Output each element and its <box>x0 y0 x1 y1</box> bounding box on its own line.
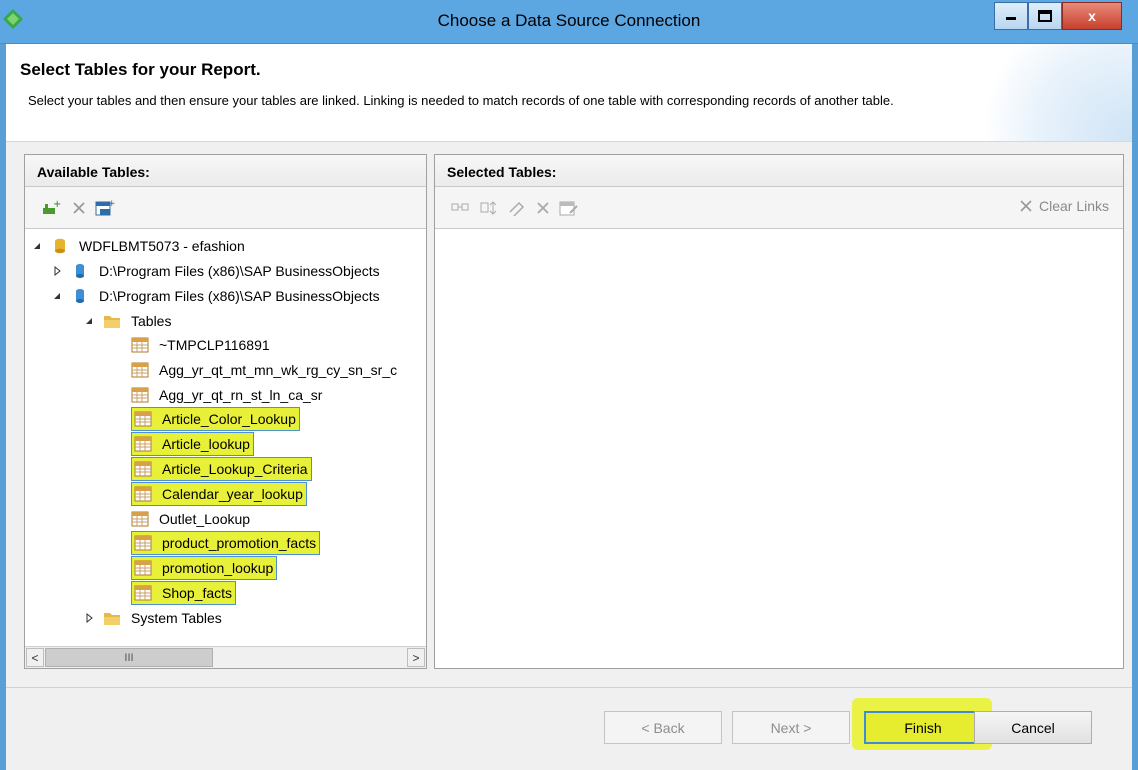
scroll-thumb-grip: III <box>124 651 134 664</box>
table-name: Shop_facts <box>162 585 233 601</box>
table-name: Calendar_year_lookup <box>162 486 303 502</box>
table-name: Outlet_Lookup <box>159 511 251 527</box>
order-links-icon[interactable] <box>479 199 499 217</box>
title-bar: Choose a Data Source Connection x <box>0 0 1138 44</box>
connection-path-label: D:\Program Files (x86)\SAP BusinessObjec… <box>99 263 380 279</box>
table-icon <box>134 535 152 551</box>
table-name: product_promotion_facts <box>162 535 317 551</box>
add-connection-icon[interactable]: + <box>41 199 61 217</box>
clear-links-label: Clear Links <box>1038 198 1109 214</box>
main-area: Available Tables: + + WDFLBMT5073 - efas… <box>6 142 1132 687</box>
tree-root-label: WDFLBMT5073 - efashion <box>79 238 245 254</box>
available-tables-header: Available Tables: <box>25 155 426 187</box>
horizontal-scrollbar[interactable]: < III > <box>25 646 426 668</box>
properties-icon[interactable] <box>507 199 527 217</box>
scroll-right-button[interactable]: > <box>407 648 425 667</box>
wizard-header: Select Tables for your Report. Select yo… <box>6 44 1132 142</box>
scroll-thumb[interactable]: III <box>45 648 213 667</box>
table-name: promotion_lookup <box>162 560 274 576</box>
svg-text:+: + <box>108 199 115 209</box>
table-name: Agg_yr_qt_rn_st_ln_ca_sr <box>159 387 323 403</box>
table-icon <box>134 486 152 502</box>
close-icon: x <box>1088 8 1096 24</box>
expand-arrow-icon[interactable] <box>51 265 63 277</box>
table-item-selected[interactable]: Calendar_year_lookup <box>131 482 307 506</box>
table-icon <box>134 461 152 477</box>
minimize-button[interactable] <box>994 2 1028 30</box>
connection-node-expanded[interactable]: D:\Program Files (x86)\SAP BusinessObjec… <box>51 284 383 308</box>
delete-icon[interactable] <box>533 199 553 217</box>
maximize-icon <box>1038 10 1052 22</box>
scroll-left-button[interactable]: < <box>26 648 44 667</box>
cancel-button[interactable]: Cancel <box>974 711 1092 744</box>
table-item-selected[interactable]: Article_Color_Lookup <box>131 407 300 431</box>
selected-tables-header: Selected Tables: <box>435 155 1123 187</box>
close-button[interactable]: x <box>1062 2 1122 30</box>
table-name: ~TMPCLP116891 <box>159 337 270 353</box>
database-connection-icon <box>76 264 84 278</box>
connection-node[interactable]: D:\Program Files (x86)\SAP BusinessObjec… <box>51 259 383 283</box>
collapse-arrow-icon[interactable] <box>51 290 63 302</box>
table-icon <box>131 337 149 353</box>
page-description: Select your tables and then ensure your … <box>28 93 894 108</box>
clear-icon <box>1020 200 1032 212</box>
table-icon <box>134 436 152 452</box>
back-button[interactable]: < Back <box>604 711 722 744</box>
folder-icon <box>104 613 120 625</box>
dialog-window: Choose a Data Source Connection x Select… <box>0 0 1138 770</box>
table-item-selected[interactable]: Shop_facts <box>131 581 237 605</box>
table-name: Agg_yr_qt_mt_mn_wk_rg_cy_sn_sr_c <box>159 362 398 378</box>
table-icon <box>131 387 149 403</box>
table-item-selected[interactable]: promotion_lookup <box>131 556 278 580</box>
clear-links-button[interactable]: Clear Links <box>1019 198 1109 214</box>
edit-command-icon[interactable] <box>559 199 579 217</box>
window-title: Choose a Data Source Connection <box>437 11 701 30</box>
minimize-icon <box>1006 17 1016 20</box>
chevron-right-icon: > <box>412 650 420 665</box>
selected-tables-panel: Selected Tables: Clear Links <box>434 154 1124 669</box>
table-icon <box>131 362 149 378</box>
page-title: Select Tables for your Report. <box>20 60 261 79</box>
table-name: Article_lookup <box>162 436 250 452</box>
table-item[interactable]: Outlet_Lookup <box>131 507 253 531</box>
tables-folder-node[interactable]: Tables <box>83 309 174 333</box>
table-name: Article_Lookup_Criteria <box>162 461 308 477</box>
table-icon <box>134 585 152 601</box>
system-tables-folder-node[interactable]: System Tables <box>83 606 225 630</box>
add-command-sql-icon[interactable]: + <box>95 199 115 217</box>
available-tables-panel: Available Tables: + + WDFLBMT5073 - efas… <box>24 154 427 669</box>
maximize-button[interactable] <box>1028 2 1062 30</box>
table-item-selected[interactable]: Article_lookup <box>131 432 254 456</box>
tables-tree[interactable]: WDFLBMT5073 - efashion D:\Program Files … <box>25 231 426 634</box>
chevron-left-icon: < <box>31 650 39 665</box>
database-icon <box>55 238 65 254</box>
wizard-footer: < Back Next > Finish Cancel <box>6 687 1132 770</box>
selected-tables-toolbar: Clear Links <box>435 187 1123 229</box>
table-icon <box>131 511 149 527</box>
table-icon <box>134 411 152 427</box>
system-tables-label: System Tables <box>131 610 222 626</box>
connection-path-label: D:\Program Files (x86)\SAP BusinessObjec… <box>99 288 380 304</box>
table-item-selected[interactable]: Article_Lookup_Criteria <box>131 457 312 481</box>
database-connection-icon <box>76 289 84 303</box>
finish-button[interactable]: Finish <box>864 711 982 744</box>
tree-root-node[interactable]: WDFLBMT5073 - efashion <box>31 234 248 258</box>
delete-icon[interactable] <box>69 199 89 217</box>
tables-folder-label: Tables <box>131 313 172 329</box>
folder-icon <box>104 316 120 328</box>
available-tables-toolbar: + + <box>25 187 426 229</box>
collapse-arrow-icon[interactable] <box>31 240 43 252</box>
table-name: Article_Color_Lookup <box>162 411 296 427</box>
link-tables-icon[interactable] <box>451 199 471 217</box>
table-item-selected[interactable]: product_promotion_facts <box>131 531 321 555</box>
table-item[interactable]: Agg_yr_qt_rn_st_ln_ca_sr <box>131 383 325 407</box>
expand-arrow-icon[interactable] <box>83 612 95 624</box>
table-icon <box>134 560 152 576</box>
table-item[interactable]: Agg_yr_qt_mt_mn_wk_rg_cy_sn_sr_c <box>131 358 400 382</box>
collapse-arrow-icon[interactable] <box>83 315 95 327</box>
next-button[interactable]: Next > <box>732 711 850 744</box>
svg-text:+: + <box>53 199 61 210</box>
table-item[interactable]: ~TMPCLP116891 <box>131 333 273 357</box>
